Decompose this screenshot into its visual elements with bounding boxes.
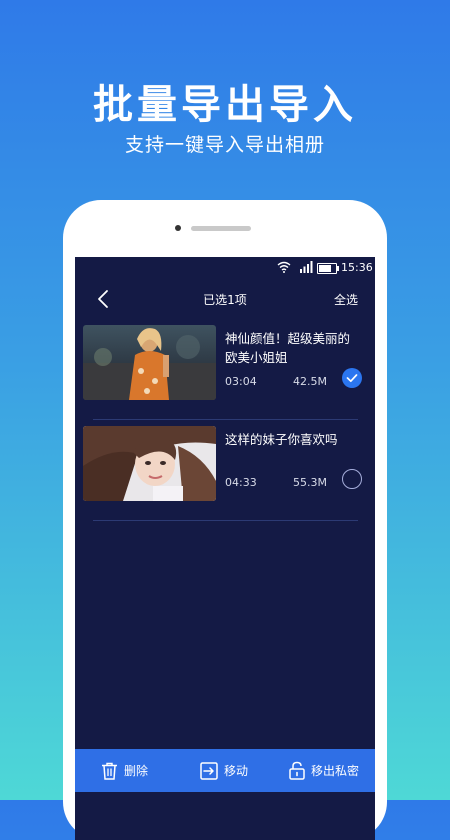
status-time: 15:36 <box>341 261 373 274</box>
video-title: 这样的妹子你喜欢吗 <box>225 432 338 447</box>
signal-icon <box>300 261 313 273</box>
video-size: 42.5M <box>293 375 327 388</box>
remove-private-label: 移出私密 <box>311 764 360 778</box>
promo-title: 批量导出导入 <box>93 82 357 128</box>
promo-subtitle: 支持一键导入导出相册 <box>124 134 325 156</box>
status-bar: 15:36 <box>75 257 375 279</box>
bottom-toolbar: 删除 移动 移出私密 <box>75 749 375 792</box>
video-thumbnail <box>83 426 216 501</box>
select-all-button[interactable]: 全选 <box>334 291 358 308</box>
list-item[interactable]: 这样的妹子你喜欢吗 04:33 55.3M <box>75 420 375 521</box>
battery-icon <box>317 263 339 274</box>
video-title: 神仙颜值！超级美丽的欧美小姐姐 <box>225 331 351 365</box>
battery-level <box>319 265 331 272</box>
selection-count: 已选1项 <box>203 293 247 307</box>
earpiece-speaker <box>191 226 251 231</box>
video-thumbnail <box>83 325 216 400</box>
delete-label: 删除 <box>124 764 149 778</box>
list-item[interactable]: 神仙颜值！超级美丽的欧美小姐姐 03:04 42.5M <box>75 319 375 420</box>
select-checkbox[interactable] <box>342 368 362 388</box>
video-duration: 03:04 <box>225 375 257 388</box>
phone-frame: 15:36 已选1项 全选 神仙颜值！超级美丽的欧美小姐姐 03:04 42.5… <box>63 200 387 840</box>
nav-bar: 已选1项 全选 <box>75 279 375 319</box>
checkmark-icon <box>346 374 358 383</box>
select-checkbox[interactable] <box>342 469 362 489</box>
app-screen: 15:36 已选1项 全选 神仙颜值！超级美丽的欧美小姐姐 03:04 42.5… <box>75 257 375 840</box>
front-camera <box>175 225 181 231</box>
item-divider <box>93 520 358 521</box>
video-size: 55.3M <box>293 476 327 489</box>
remove-private-button[interactable]: 移出私密 <box>289 749 359 792</box>
wifi-icon <box>277 261 291 273</box>
video-duration: 04:33 <box>225 476 257 489</box>
move-button[interactable]: 移动 <box>200 749 248 792</box>
move-icon <box>200 761 218 780</box>
video-list: 神仙颜值！超级美丽的欧美小姐姐 03:04 42.5M 这样的妹子你喜欢吗 04… <box>75 319 375 521</box>
move-label: 移动 <box>224 764 249 778</box>
unlock-icon <box>289 761 305 780</box>
trash-icon <box>102 762 117 780</box>
delete-button[interactable]: 删除 <box>101 749 148 792</box>
